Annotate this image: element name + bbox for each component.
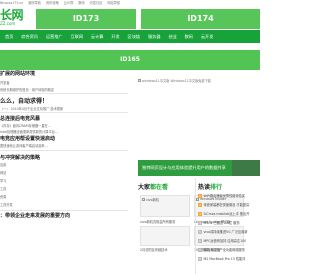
nav-item-home[interactable]: 首页 — [5, 30, 13, 43]
left-heading-5[interactable]: 与冲突解决的策略 — [0, 154, 40, 161]
nav-item[interactable]: 服务器 — [148, 30, 161, 43]
topbar-item[interactable]: 问答社区 — [90, 1, 103, 5]
banner-ad[interactable]: ID165 — [0, 50, 260, 70]
hot-heading: 热读排行 — [198, 184, 223, 191]
left-text: 更快速地让游戏客户端启动起来… — [0, 144, 48, 148]
hot-list-item[interactable]: 8 M2 MacBook Pro 13 性能评 — [198, 256, 260, 261]
top-utility-bar: Ntraces173.cn 源码导航 资讯攻略 云计算 数码 问答社区 网站导航 — [0, 0, 260, 6]
topbar-item[interactable]: 数码 — [78, 1, 84, 5]
hot-list-item[interactable]: 5 vivo将持续推进5G 广泛应用新 — [198, 229, 260, 234]
header-ad-left[interactable]: ID173 — [36, 9, 136, 29]
hot-list-item[interactable]: 7 最新消息国产全功能网络服务 — [198, 247, 260, 252]
nav-item[interactable]: 云计算 — [91, 30, 104, 43]
left-link[interactable]: 学习 — [0, 178, 6, 183]
recommend-thumbnail[interactable]: vivo新机 — [140, 195, 190, 217]
divider — [0, 93, 128, 94]
rank-number-badge: 2 — [198, 202, 202, 207]
recommend-thumbnail[interactable] — [140, 226, 190, 246]
nav-item[interactable]: 数码 — [185, 30, 193, 43]
left-heading-3[interactable]: 总连接后电竞风暴 — [0, 115, 40, 122]
left-text: Intel处理器全面更新提供新的计算平台… — [0, 130, 59, 134]
rank-number-badge: 4 — [198, 220, 202, 225]
left-link[interactable]: 网站 — [0, 170, 6, 175]
rank-number-badge: 7 — [198, 247, 202, 252]
rank-number-badge: 8 — [198, 256, 202, 261]
topbar-item[interactable]: Ntraces173.cn — [0, 1, 23, 5]
topbar-item[interactable]: 资讯攻略 — [46, 1, 59, 5]
nav-item[interactable]: 综合资讯 — [21, 30, 38, 43]
divider — [0, 150, 128, 151]
site-logo[interactable]: 长网 ZZ.com — [0, 9, 30, 29]
topbar-item[interactable]: 云计算 — [64, 1, 74, 5]
nav-item[interactable]: 互联网 — [70, 30, 83, 43]
section-divider — [195, 178, 196, 274]
hot-list-item[interactable]: 6 MPC运营商加持 应用高达100 — [198, 238, 260, 243]
divider — [0, 210, 128, 211]
hot-list-item[interactable]: 1 WiFi路由器最优秀性能评估实 — [198, 193, 260, 198]
nav-item[interactable]: 区块链 — [128, 30, 141, 43]
left-text: （一） 2010年4月于企业文化推广·技术更新 — [0, 107, 64, 111]
image-alt-text: windows11中文版 Windows11中文版免费下载 — [142, 79, 211, 83]
topbar-item[interactable]: 源码导航 — [28, 1, 41, 5]
rank-number-badge: 6 — [198, 238, 202, 243]
main-nav: 首页 综合资讯 运营推广 互联网 云计算 开发 区块链 服务器 创业 数码 云开… — [0, 30, 260, 43]
topbar-item[interactable]: 网站导航 — [107, 1, 120, 5]
divider — [0, 112, 128, 113]
left-text: 系统长期维护的首页 · 用户体验的稳定 — [0, 88, 55, 92]
left-heading-2[interactable]: 么么，自动求得！ — [0, 96, 48, 105]
logo-main-text: 长网 — [0, 8, 24, 22]
recommend-heading: 大家都在看 — [138, 184, 169, 191]
thumbnail-alt: vivo新机 — [146, 198, 159, 202]
left-heading-4[interactable]: 电竞应用帮设置快速启动 — [0, 135, 55, 142]
left-heading-6[interactable]: ：带领企业走来发展的重要方向 — [0, 212, 70, 219]
hot-list-item[interactable]: 3 SiCmos mobileb运上手 推出开 — [198, 211, 260, 216]
nav-item[interactable]: 运营推广 — [46, 30, 63, 43]
rank-number-badge: 1 — [198, 193, 202, 198]
recommend-caption[interactable]: 2月初的区块链技术 — [140, 247, 192, 252]
left-link[interactable]: 资源 — [0, 194, 6, 199]
rank-number-badge: 5 — [198, 229, 202, 234]
left-link[interactable]: 工具 — [0, 186, 6, 191]
featured-image-placeholder[interactable]: windows11中文版 Windows11中文版免费下载 — [138, 78, 211, 83]
left-heading-1[interactable]: 扩展的网站环境 — [0, 70, 35, 77]
nav-item[interactable]: 云开发 — [201, 30, 214, 43]
logo-sub-text: ZZ.com — [0, 21, 16, 26]
recommend-caption[interactable]: vivo新机亮相会所有服务 — [140, 219, 192, 224]
left-text: 开发者 — [0, 81, 10, 85]
broken-image-icon — [138, 79, 141, 82]
hot-list-item[interactable]: 2 传统家装都在快速普及 才能提高 — [198, 202, 260, 207]
left-text: 《内存》面向DRAM存储器一直在… — [0, 124, 51, 128]
left-link[interactable]: 应用 — [0, 162, 6, 167]
header-ad-right[interactable]: ID174 — [141, 9, 260, 29]
nav-item[interactable]: 开发 — [111, 30, 119, 43]
hot-list-item[interactable]: 4 MSGs 已通过 2.5亿 服务 — [198, 220, 260, 225]
rank-number-badge: 3 — [198, 211, 202, 216]
broken-image-icon — [142, 198, 145, 201]
nav-item[interactable]: 创业 — [168, 30, 176, 43]
left-link[interactable]: 工具开发 — [0, 202, 13, 207]
feature-title[interactable]: 独特网页设计与应用体验提升用户的数据共享 — [138, 160, 232, 176]
